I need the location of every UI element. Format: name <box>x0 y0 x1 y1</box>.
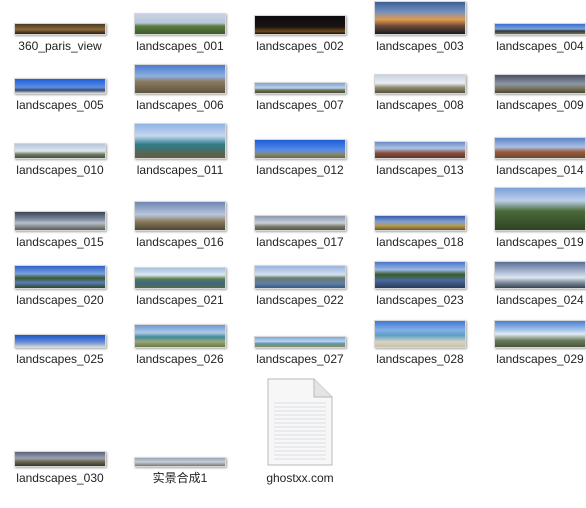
file-name-label: landscapes_013 <box>376 163 464 177</box>
file-name-label: landscapes_007 <box>256 98 344 112</box>
file-name-label: ghostxx.com <box>266 471 334 485</box>
file-name-label: landscapes_010 <box>16 163 104 177</box>
thumbnail-image <box>374 320 466 348</box>
thumbnail-image <box>134 13 226 35</box>
file-name-label: landscapes_020 <box>16 293 104 307</box>
thumbnail-image <box>374 261 466 289</box>
thumbnail-image <box>494 261 586 289</box>
file-name-label: landscapes_001 <box>136 39 224 53</box>
file-name-label: landscapes_014 <box>496 163 584 177</box>
thumbnail-image <box>254 15 346 35</box>
file-name-label: landscapes_006 <box>136 98 224 112</box>
thumbnail-image <box>254 215 346 231</box>
thumbnail-image <box>134 267 226 289</box>
file-name-label: landscapes_017 <box>256 235 344 249</box>
file-name-label: landscapes_028 <box>376 352 464 366</box>
thumbnail-image <box>14 143 106 159</box>
thumbnail-image <box>14 265 106 289</box>
file-name-label: landscapes_019 <box>496 235 584 249</box>
file-name-label: landscapes_012 <box>256 163 344 177</box>
thumbnail-image <box>134 64 226 94</box>
file-name-label: landscapes_024 <box>496 293 584 307</box>
file-name-label: landscapes_003 <box>376 39 464 53</box>
thumbnail-image <box>14 78 106 94</box>
file-name-label: landscapes_030 <box>16 471 104 485</box>
thumbnail-image <box>374 1 466 35</box>
file-name-label: landscapes_016 <box>136 235 224 249</box>
file-name-label: landscapes_004 <box>496 39 584 53</box>
thumbnail-image <box>134 457 226 467</box>
file-name-label: landscapes_008 <box>376 98 464 112</box>
file-name-label: 实景合成1 <box>152 471 208 485</box>
thumbnail-image <box>14 334 106 348</box>
thumbnail-image <box>494 187 586 231</box>
file-name-label: landscapes_022 <box>256 293 344 307</box>
file-name-label: landscapes_025 <box>16 352 104 366</box>
thumbnail-image <box>254 82 346 94</box>
thumbnail-image <box>494 137 586 159</box>
thumbnail-image <box>374 215 466 231</box>
file-name-label: landscapes_005 <box>16 98 104 112</box>
thumbnail-image <box>14 23 106 35</box>
file-name-label: landscapes_026 <box>136 352 224 366</box>
thumbnail-image <box>254 265 346 289</box>
thumbnail-image <box>14 451 106 467</box>
thumbnail-image <box>494 320 586 348</box>
file-name-label: 360_paris_view <box>18 39 102 53</box>
document-icon <box>252 377 348 467</box>
thumbnail-image <box>134 123 226 159</box>
file-name-label: landscapes_029 <box>496 352 584 366</box>
file-name-label: landscapes_027 <box>256 352 344 366</box>
file-name-label: landscapes_023 <box>376 293 464 307</box>
thumbnail-image <box>374 74 466 94</box>
thumbnail-image <box>494 74 586 94</box>
thumbnail-image <box>134 324 226 348</box>
file-name-label: landscapes_021 <box>136 293 224 307</box>
thumbnail-image <box>134 201 226 231</box>
file-grid-window: { "files": [ {"name": "360_paris_view", … <box>0 0 586 508</box>
file-name-label: landscapes_018 <box>376 235 464 249</box>
thumbnail-image <box>254 139 346 159</box>
thumbnail-image <box>494 23 586 35</box>
thumbnail-image <box>254 336 346 348</box>
thumbnail-image <box>374 141 466 159</box>
file-name-label: landscapes_009 <box>496 98 584 112</box>
file-name-label: landscapes_011 <box>136 163 224 177</box>
file-name-label: landscapes_002 <box>256 39 344 53</box>
file-name-label: landscapes_015 <box>16 235 104 249</box>
thumbnail-image <box>14 211 106 231</box>
